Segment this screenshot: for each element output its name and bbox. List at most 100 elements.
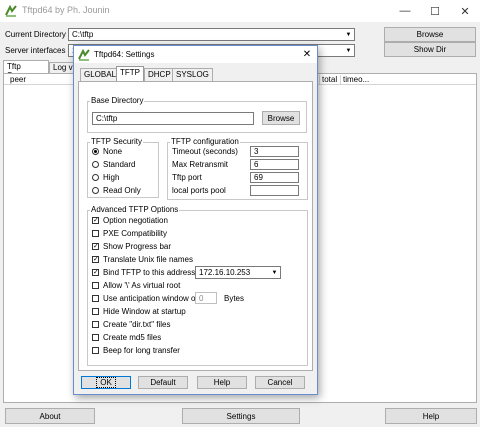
about-button-label: About (39, 411, 61, 421)
base-directory-input[interactable]: C:\tftp (92, 112, 254, 125)
default-button[interactable]: Default (138, 376, 188, 389)
column-timeout[interactable]: timeo... (340, 75, 369, 84)
security-readonly-radio[interactable] (92, 187, 99, 194)
app-icon (78, 48, 90, 61)
dialog-title-bar: Tftpd64: Settings ✕ (74, 46, 317, 63)
tftp-security-group: TFTP Security None Standard High Read On… (87, 137, 159, 198)
translate-unix-checkbox[interactable]: ✓ (92, 256, 99, 263)
beep-long-transfer-label: Beep for long transfer (103, 346, 180, 355)
ok-button-label: OK (96, 377, 116, 388)
hide-window-checkbox[interactable] (92, 308, 99, 315)
bind-address-checkbox[interactable]: ✓ (92, 269, 99, 276)
option-negotiation-label: Option negotiation (103, 216, 168, 225)
bind-address-label: Bind TFTP to this address (103, 268, 196, 277)
anticipation-window-label: Use anticipation window of (103, 294, 198, 303)
advanced-options-group: Advanced TFTP Options ✓ Option negotiati… (87, 205, 308, 366)
base-directory-browse-label: Browse (267, 113, 295, 123)
current-directory-value: C:\tftp (72, 30, 94, 39)
local-ports-pool-label: local ports pool (172, 186, 226, 195)
hide-window-label: Hide Window at startup (103, 307, 186, 316)
app-icon (5, 4, 17, 17)
tab-tftp[interactable]: TFTP (116, 66, 144, 81)
base-directory-browse-button[interactable]: Browse (262, 111, 300, 125)
minimize-button[interactable]: — (390, 0, 420, 22)
help-button[interactable]: Help (385, 408, 477, 424)
column-peer[interactable]: peer (10, 75, 26, 84)
dialog-help-button[interactable]: Help (197, 376, 247, 389)
tab-global[interactable]: GLOBAL (80, 68, 121, 81)
current-directory-label: Current Directory (5, 30, 66, 39)
create-md5-checkbox[interactable] (92, 334, 99, 341)
pxe-compatibility-checkbox[interactable] (92, 230, 99, 237)
show-dir-button[interactable]: Show Dir (384, 42, 476, 57)
timeout-value: 3 (254, 147, 259, 156)
anticipation-window-input[interactable]: 0 (195, 292, 217, 304)
settings-button[interactable]: Settings (182, 408, 300, 424)
tftp-port-input[interactable]: 69 (250, 172, 299, 183)
create-dir-txt-label: Create "dir.txt" files (103, 320, 171, 329)
chevron-down-icon[interactable]: ▼ (343, 45, 354, 56)
local-ports-pool-input[interactable] (250, 185, 299, 196)
base-directory-label: Base Directory (90, 96, 145, 105)
tftp-settings-panel: Base Directory C:\tftp Browse TFTP Secur… (78, 81, 313, 371)
advanced-options-label: Advanced TFTP Options (90, 205, 180, 214)
chevron-down-icon[interactable]: ▼ (343, 29, 354, 40)
allow-virtual-root-label: Allow '\' As virtual root (103, 281, 181, 290)
create-md5-label: Create md5 files (103, 333, 162, 342)
close-button[interactable]: ✕ (450, 0, 480, 22)
main-title-bar: Tftpd64 by Ph. Jounin — ☐ ✕ (0, 0, 480, 22)
tftp-configuration-label: TFTP configuration (170, 137, 240, 146)
option-negotiation-checkbox[interactable]: ✓ (92, 217, 99, 224)
about-button[interactable]: About (5, 408, 95, 424)
bind-address-combo[interactable]: 172.16.10.253 ▼ (195, 266, 281, 279)
security-high-label: High (103, 173, 120, 182)
server-interfaces-label: Server interfaces (5, 46, 66, 55)
window-title: Tftpd64 by Ph. Jounin (22, 5, 110, 15)
security-none-radio[interactable] (92, 148, 99, 155)
default-button-label: Default (150, 378, 176, 387)
security-standard-radio[interactable] (92, 161, 99, 168)
anticipation-window-value: 0 (199, 294, 204, 303)
column-total[interactable]: total (319, 75, 337, 84)
tab-log-viewer-label: Log vi (53, 63, 75, 72)
cancel-button[interactable]: Cancel (255, 376, 305, 389)
max-retransmit-input[interactable]: 6 (250, 159, 299, 170)
allow-virtual-root-checkbox[interactable] (92, 282, 99, 289)
browse-button-label: Browse (416, 30, 444, 39)
cancel-button-label: Cancel (267, 378, 293, 387)
tab-dhcp[interactable]: DHCP (144, 68, 175, 81)
dialog-close-button[interactable]: ✕ (298, 47, 316, 62)
anticipation-window-checkbox[interactable] (92, 295, 99, 302)
settings-button-label: Settings (226, 411, 256, 421)
beep-long-transfer-checkbox[interactable] (92, 347, 99, 354)
dialog-title: Tftpd64: Settings (94, 50, 155, 59)
create-dir-txt-checkbox[interactable] (92, 321, 99, 328)
bind-address-value: 172.16.10.253 (199, 268, 251, 277)
tab-tftp-server[interactable]: Tftp Server (3, 60, 49, 80)
security-high-radio[interactable] (92, 174, 99, 181)
security-standard-label: Standard (103, 160, 136, 169)
security-none-label: None (103, 147, 123, 156)
maximize-button[interactable]: ☐ (420, 0, 450, 22)
tab-syslog[interactable]: SYSLOG (172, 68, 213, 81)
base-directory-value: C:\tftp (96, 114, 118, 123)
tftp-port-label: Tftp port (172, 173, 202, 182)
browse-button[interactable]: Browse (384, 27, 476, 42)
current-directory-combo[interactable]: C:\tftp ▼ (68, 28, 355, 41)
chevron-down-icon[interactable]: ▼ (269, 267, 280, 278)
timeout-input[interactable]: 3 (250, 146, 299, 157)
anticipation-unit-label: Bytes (224, 294, 245, 303)
translate-unix-label: Translate Unix file names (103, 255, 193, 264)
pxe-compatibility-label: PXE Compatibility (103, 229, 168, 238)
tftp-configuration-group: TFTP configuration Timeout (seconds) 3 M… (167, 137, 308, 200)
help-button-label: Help (422, 411, 440, 421)
ok-button[interactable]: OK (81, 376, 131, 389)
tftp-port-value: 69 (254, 173, 263, 182)
base-directory-group: Base Directory C:\tftp Browse (87, 96, 307, 133)
show-progress-bar-label: Show Progress bar (103, 242, 172, 251)
timeout-label: Timeout (seconds) (172, 147, 238, 156)
tftp-security-label: TFTP Security (90, 137, 143, 146)
show-progress-bar-checkbox[interactable]: ✓ (92, 243, 99, 250)
dialog-help-button-label: Help (213, 378, 231, 387)
max-retransmit-label: Max Retransmit (172, 160, 229, 169)
